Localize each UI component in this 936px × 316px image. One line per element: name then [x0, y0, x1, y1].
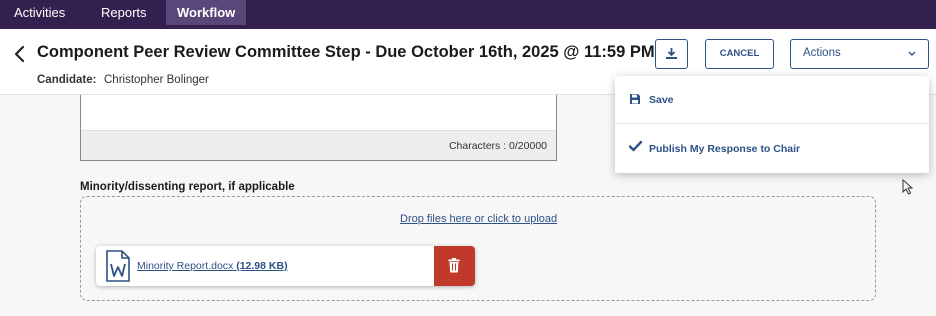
- mouse-cursor-icon: [902, 179, 914, 195]
- file-link[interactable]: Minority Report.docx (12.98 KB): [137, 260, 288, 272]
- character-count: Characters : 0/20000: [448, 140, 547, 152]
- actions-menu: Save Publish My Response to Chair: [615, 76, 929, 173]
- chevron-down-icon: [908, 51, 916, 56]
- save-icon: [630, 94, 640, 104]
- candidate-label: Candidate:: [37, 74, 97, 86]
- delete-file-button[interactable]: [434, 246, 475, 286]
- menu-item-publish-label: Publish My Response to Chair: [649, 143, 801, 155]
- checkmark-icon: [629, 140, 642, 152]
- candidate-name: Christopher Bolinger: [104, 74, 209, 86]
- upload-link[interactable]: Drop files here or click to upload: [400, 213, 557, 225]
- response-textarea[interactable]: Characters : 0/20000: [80, 95, 557, 161]
- file-size: (12.98 KB): [236, 260, 288, 272]
- download-button[interactable]: [655, 39, 688, 69]
- menu-item-save-label: Save: [649, 94, 674, 106]
- download-icon: [666, 48, 677, 59]
- minority-report-label: Minority/dissenting report, if applicabl…: [80, 181, 295, 193]
- cancel-button[interactable]: CANCEL: [705, 39, 774, 69]
- tab-workflow[interactable]: Workflow: [166, 0, 247, 25]
- back-button[interactable]: [10, 43, 30, 65]
- menu-item-publish[interactable]: Publish My Response to Chair: [615, 124, 929, 172]
- menu-item-save[interactable]: Save: [615, 76, 929, 124]
- textarea-footer: Characters : 0/20000: [81, 130, 556, 160]
- chevron-left-icon: [14, 45, 25, 63]
- page-title: Component Peer Review Committee Step - D…: [37, 43, 655, 61]
- file-dropzone[interactable]: Drop files here or click to upload Minor…: [80, 196, 876, 301]
- actions-dropdown[interactable]: Actions: [790, 39, 929, 69]
- uploaded-file-card: Minority Report.docx (12.98 KB): [96, 246, 475, 286]
- actions-label: Actions: [803, 47, 841, 59]
- file-name: Minority Report.docx: [137, 260, 234, 272]
- tab-reports[interactable]: Reports: [101, 0, 147, 25]
- tab-activities[interactable]: Activities: [14, 0, 65, 25]
- word-document-icon: [106, 250, 130, 282]
- top-navigation: Activities Reports Workflow: [0, 0, 936, 29]
- trash-icon: [448, 258, 460, 273]
